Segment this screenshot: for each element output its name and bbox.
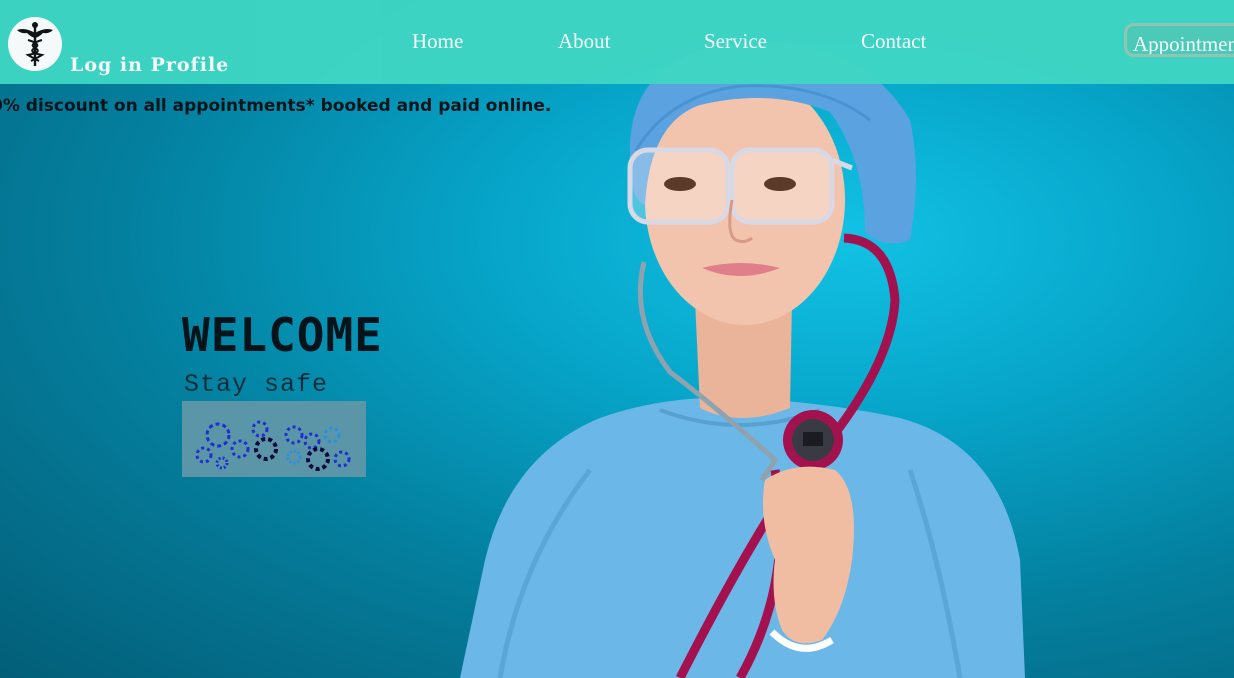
tagline: Stay safe xyxy=(184,370,329,399)
logo[interactable] xyxy=(8,17,62,71)
appointment-button[interactable]: Appointment xyxy=(1124,23,1234,57)
top-navigation-bar: Log in Profile Home About Service Contac… xyxy=(0,0,1234,84)
gears-icon xyxy=(182,401,366,477)
nav-about[interactable]: About xyxy=(558,29,611,54)
login-profile-link[interactable]: Log in Profile xyxy=(70,54,229,76)
promo-banner: 0% discount on all appointments* booked … xyxy=(0,96,552,116)
nav-contact[interactable]: Contact xyxy=(861,29,926,54)
nav-home[interactable]: Home xyxy=(412,29,463,54)
caduceus-icon xyxy=(17,22,53,66)
nav-service[interactable]: Service xyxy=(704,29,767,54)
welcome-heading: WELCOME xyxy=(182,308,383,362)
